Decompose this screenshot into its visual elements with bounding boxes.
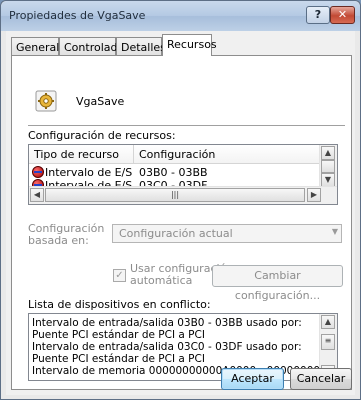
scroll-thumb[interactable] xyxy=(321,160,335,173)
cancel-button[interactable]: Cancelar xyxy=(290,368,352,390)
title-bar[interactable]: Propiedades de VgaSave ? ✕ xyxy=(1,1,360,31)
scroll-right-icon[interactable]: ▶ xyxy=(307,188,321,202)
tab-general[interactable]: General xyxy=(11,37,59,55)
close-button[interactable]: ✕ xyxy=(330,6,355,24)
column-divider xyxy=(133,145,134,163)
scroll-thumb[interactable]: ||| xyxy=(45,188,305,202)
scroll-thumb[interactable]: ≡ xyxy=(321,334,335,350)
config-based-on-select[interactable]: Configuración actual ▼ xyxy=(112,224,342,243)
ok-button[interactable]: Aceptar xyxy=(221,368,284,390)
tab-driver[interactable]: Controlador xyxy=(59,37,129,55)
list-item[interactable]: Intervalo de E/S 03B0 - 03BB xyxy=(29,166,321,179)
tab-resources[interactable]: Recursos xyxy=(162,34,217,56)
vertical-scrollbar[interactable]: ▲ ▼ xyxy=(319,145,337,187)
column-resource-type[interactable]: Tipo de recurso xyxy=(34,148,119,161)
resource-settings-label: Configuración de recursos: xyxy=(28,129,176,142)
scroll-left-icon[interactable]: ◀ xyxy=(30,188,44,202)
device-name: VgaSave xyxy=(76,95,125,108)
window-title: Propiedades de VgaSave xyxy=(9,9,146,22)
dialog-body: General Controlador Detalles Recursos Vg… xyxy=(6,31,355,395)
auto-config-label-2: automática xyxy=(130,274,193,287)
scroll-down-icon[interactable]: ▼ xyxy=(321,173,335,187)
resource-setting: 03B0 - 03BB xyxy=(139,166,208,179)
gear-icon xyxy=(35,90,57,112)
list-header: Tipo de recurso Configuración xyxy=(29,145,321,164)
io-range-icon xyxy=(32,166,44,178)
config-based-on-label-2: basada en: xyxy=(28,234,89,247)
conflict-line: Puente PCI estándar de PCI a PCI xyxy=(32,353,205,365)
divider xyxy=(28,125,345,127)
change-config-button[interactable]: Cambiar configuración... xyxy=(212,265,343,302)
resources-panel: VgaSave Configuración de recursos: Tipo … xyxy=(11,55,352,390)
conflict-line: Intervalo de entrada/salida 03C0 - 03DF … xyxy=(32,341,302,353)
resource-type: Intervalo de E/S xyxy=(45,166,133,179)
select-value: Configuración actual xyxy=(119,227,233,240)
tab-details[interactable]: Detalles xyxy=(116,37,166,55)
column-setting[interactable]: Configuración xyxy=(139,148,215,161)
properties-dialog: Propiedades de VgaSave ? ✕ General Contr… xyxy=(0,0,361,400)
help-button[interactable]: ? xyxy=(306,6,330,24)
scroll-up-icon[interactable]: ▲ xyxy=(321,315,335,329)
resource-list[interactable]: Tipo de recurso Configuración Intervalo … xyxy=(28,144,338,205)
conflict-line: Intervalo de entrada/salida 03B0 - 03BB … xyxy=(32,317,302,329)
conflict-line: Puente PCI estándar de PCI a PCI xyxy=(32,329,205,341)
scroll-up-icon[interactable]: ▲ xyxy=(321,146,335,160)
chevron-down-icon: ▼ xyxy=(331,227,338,236)
auto-config-checkbox[interactable]: ✓ xyxy=(113,269,126,282)
horizontal-scrollbar[interactable]: ◀ ||| ▶ xyxy=(29,186,337,204)
conflict-list-label: Lista de dispositivos en conflicto: xyxy=(28,298,211,311)
